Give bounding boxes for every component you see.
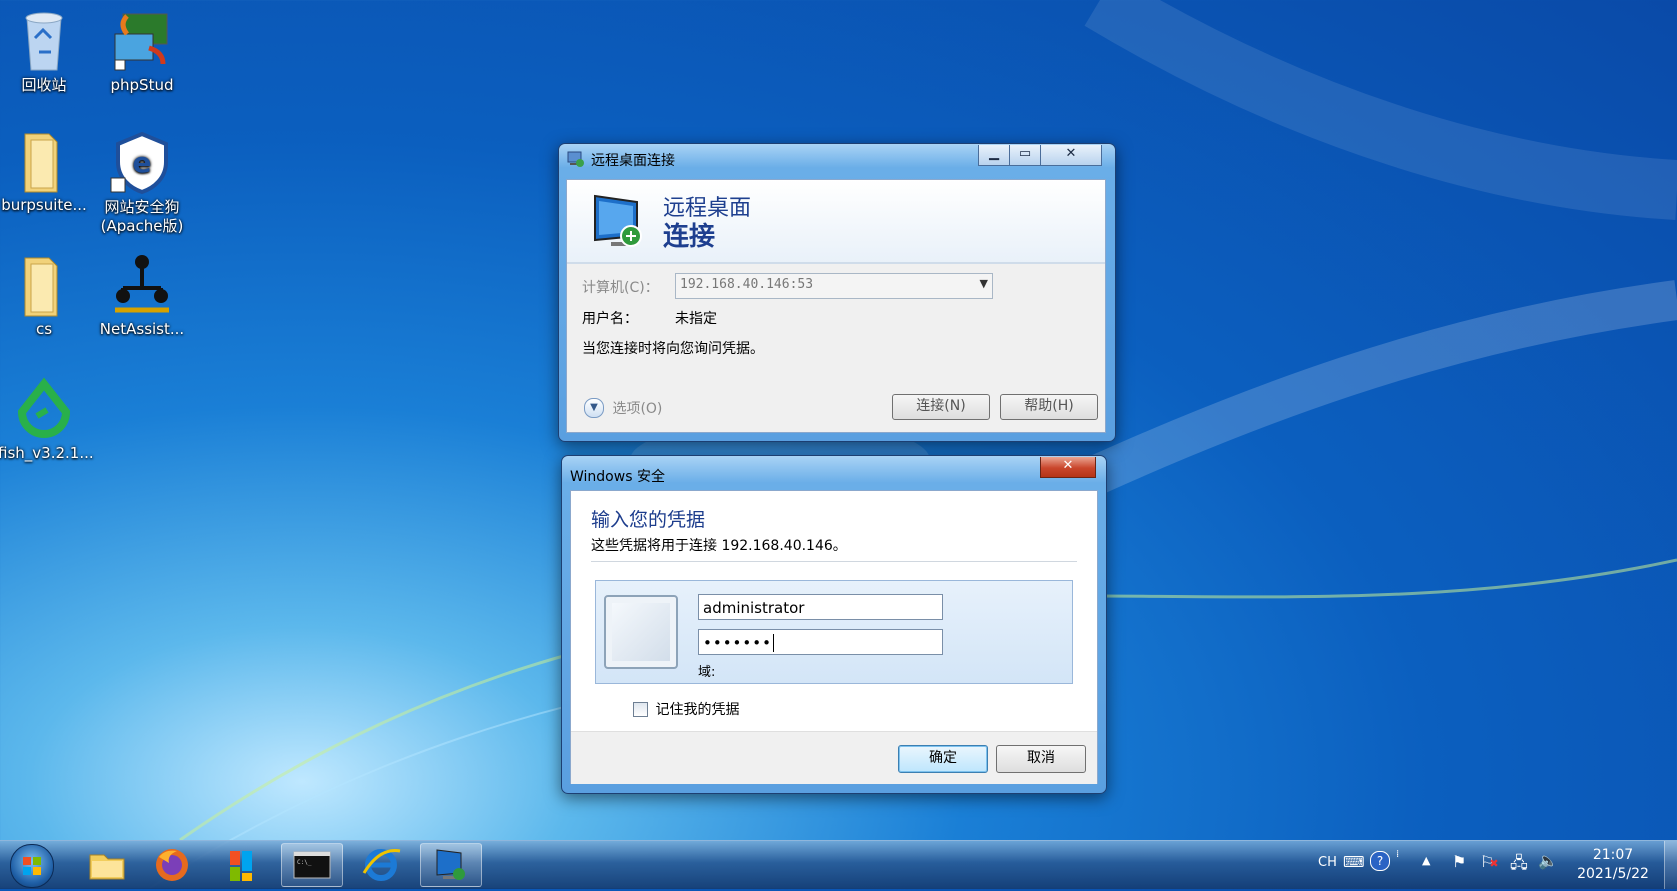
folder-icon	[11, 252, 77, 318]
rdp-header-line2: 连接	[663, 222, 716, 252]
taskbar: C:\_ CH ⌨ ? ⁞ ▲ ⚑ ⚐✖ 🖧 🔈 21:07 2021/5/22	[0, 840, 1677, 889]
taskbar-ie[interactable]	[350, 843, 412, 887]
safedog-icon: e	[109, 130, 175, 196]
username-label: 用户名：	[582, 311, 638, 327]
start-button[interactable]	[10, 844, 54, 888]
recycle-bin-icon	[11, 8, 77, 74]
credentials-heading: 输入您的凭据	[591, 509, 706, 531]
chevron-down-circle-icon: ▼	[584, 398, 604, 418]
close-icon: ✕	[1065, 146, 1077, 161]
computer-combobox-value: 192.168.40.146:53	[680, 277, 814, 292]
taskbar-explorer[interactable]	[76, 843, 138, 887]
rdp-title-icon	[567, 150, 585, 172]
desktop-icon-burpsuite[interactable]: burpsuite...	[0, 128, 90, 215]
credentials-subtext: 这些凭据将用于连接 192.168.40.146。	[591, 538, 847, 554]
taskbar-cmd[interactable]: C:\_	[281, 843, 343, 887]
network-icon[interactable]: 🖧	[1510, 852, 1528, 879]
desktop-icon-phpstudy[interactable]: phpStud	[96, 8, 188, 95]
remote-desktop-icon	[436, 849, 465, 880]
folder-icon	[11, 128, 77, 194]
ime-options-icon[interactable]: ⁞	[1396, 849, 1399, 860]
computer-combobox[interactable]: 192.168.40.146:53 ▼	[675, 273, 993, 299]
desktop-icon-label: NetAssist...	[99, 320, 185, 338]
security-close-button[interactable]: ✕	[1040, 457, 1096, 478]
show-desktop-button[interactable]	[1664, 841, 1677, 889]
user-avatar	[604, 595, 678, 669]
remember-label: 记住我的凭据	[655, 702, 740, 718]
security-titlebar[interactable]: Windows 安全	[562, 456, 1106, 485]
security-client-area: 输入您的凭据 这些凭据将用于连接 192.168.40.146。 adminis…	[570, 490, 1098, 784]
desktop-icon-safedog[interactable]: e 网站安全狗(Apache版)	[86, 130, 198, 236]
close-icon: ✕	[1062, 458, 1074, 473]
username-field[interactable]: administrator	[698, 594, 943, 620]
minimize-icon: ▁	[989, 146, 999, 161]
show-hidden-icons-chevron-up-icon[interactable]: ▲	[1422, 854, 1430, 867]
clock[interactable]: 21:07 2021/5/22	[1570, 846, 1656, 884]
cmd-icon: C:\_	[293, 851, 331, 879]
desktop-icon-fish[interactable]: fish_v3.2.1...	[0, 376, 94, 463]
options-toggle[interactable]: ▼ 选项(O)	[584, 398, 662, 418]
options-label: 选项(O)	[612, 401, 663, 417]
password-mask: •••••••	[703, 634, 772, 652]
svg-text:e: e	[133, 146, 152, 179]
language-indicator[interactable]: CH	[1318, 855, 1337, 870]
windows-update-flag-icon[interactable]: ⚑	[1452, 852, 1466, 871]
rdp-client-area: 远程桌面 连接 计算机(C)： 192.168.40.146:53 ▼ 用户名：…	[566, 179, 1106, 433]
windows-security-dialog[interactable]: Windows 安全 ✕ 输入您的凭据 这些凭据将用于连接 192.168.40…	[561, 455, 1107, 794]
connect-button[interactable]: 连接(N)	[892, 394, 990, 420]
windows-logo-icon	[23, 857, 41, 875]
desktop-icon-recycle-bin[interactable]: 回收站	[0, 8, 90, 95]
ok-button[interactable]: 确定	[898, 745, 988, 773]
action-center-flag-icon[interactable]: ⚐✖	[1480, 852, 1499, 871]
desktop-icon-label: 回收站	[21, 76, 67, 94]
taskbar-firefox[interactable]	[141, 843, 203, 887]
minimize-button[interactable]: ▁	[978, 145, 1010, 166]
chevron-down-icon[interactable]: ▼	[980, 277, 988, 290]
volume-icon[interactable]: 🔈	[1538, 851, 1558, 870]
desktop-icon-label: 网站安全狗(Apache版)	[100, 198, 184, 235]
desktop-icon-netassist[interactable]: NetAssist...	[86, 252, 198, 339]
remember-credentials[interactable]: 记住我的凭据	[633, 699, 739, 719]
clock-time: 21:07	[1592, 847, 1634, 863]
desktop-icon-label: fish_v3.2.1...	[0, 444, 94, 462]
rdp-header-banner: 远程桌面 连接	[567, 180, 1105, 264]
remember-checkbox[interactable]	[633, 701, 648, 717]
rdp-info-text: 当您连接时将向您询问凭据。	[582, 341, 764, 357]
phpstudy-icon	[109, 8, 175, 74]
taskbar-store[interactable]	[210, 843, 272, 887]
desktop-icon-label: burpsuite...	[1, 196, 87, 214]
fish-icon	[11, 376, 77, 442]
password-field[interactable]: •••••••	[698, 629, 943, 655]
close-button[interactable]: ✕	[1040, 145, 1102, 166]
folder-icon	[89, 854, 125, 880]
maximize-button[interactable]: ▭	[1009, 145, 1041, 166]
username-value: 未指定	[675, 311, 717, 327]
security-title: Windows 安全	[570, 469, 665, 485]
domain-label: 域:	[698, 665, 716, 680]
rdp-monitor-icon	[587, 190, 649, 256]
store-icon	[230, 851, 252, 881]
svg-text:C:\_: C:\_	[297, 859, 312, 866]
netassist-icon	[109, 252, 175, 318]
keyboard-icon[interactable]: ⌨	[1343, 853, 1365, 871]
desktop-icon-label: cs	[35, 320, 53, 338]
rdp-title: 远程桌面连接	[591, 153, 675, 169]
error-x-icon: ✖	[1489, 857, 1499, 870]
computer-label: 计算机(C)：	[582, 280, 659, 296]
internet-explorer-icon	[362, 848, 401, 881]
text-cursor	[772, 634, 774, 652]
maximize-icon: ▭	[1018, 146, 1032, 161]
firefox-icon	[156, 849, 188, 881]
taskbar-rdp[interactable]	[420, 843, 482, 887]
clock-date: 2021/5/22	[1577, 866, 1649, 882]
help-icon[interactable]: ?	[1370, 851, 1390, 871]
divider	[591, 561, 1077, 562]
cancel-button[interactable]: 取消	[996, 745, 1086, 773]
credential-tile[interactable]: administrator ••••••• 域:	[595, 580, 1073, 684]
desktop-icon-cs[interactable]: cs	[0, 252, 90, 339]
rdp-window[interactable]: 远程桌面连接 ▁ ▭ ✕ 远程桌面 连接 计算机(C)： 192.168.40.…	[558, 143, 1116, 442]
help-button[interactable]: 帮助(H)	[1000, 394, 1098, 420]
desktop-icon-label: phpStud	[110, 76, 174, 94]
